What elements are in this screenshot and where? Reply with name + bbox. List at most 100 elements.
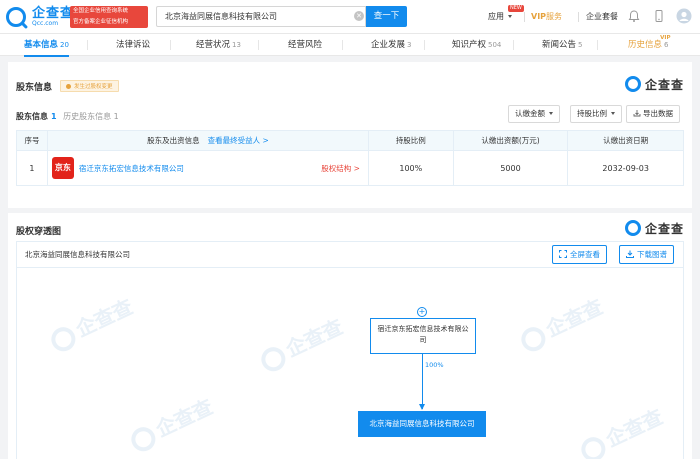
tab-count: 5 [578,41,583,49]
new-badge: NEW [508,5,524,12]
subtab-current[interactable]: 股东信息 1 [16,112,57,121]
mobile-icon[interactable] [652,9,666,23]
tab-label: 知识产权 [452,40,487,50]
row-subscribed: 5000 [454,151,569,185]
divider [170,40,171,50]
watermark: 企查查 [575,401,667,459]
company-tabs: 基本信息 20 法律诉讼 经营状况 13 经营风险 企业发展 3 知识产权 504 新闻… [0,34,700,57]
tab-basic-info[interactable]: 基本信息 20 [24,34,69,57]
tab-count: 13 [232,41,241,49]
shareholder-table: 序号 股东及出资信息 查看最终受益人 > 持股比例 认缴出资额(万元) 认缴出资日… [16,130,684,186]
tab-development[interactable]: 企业发展 3 [371,34,411,56]
section-title: 股权穿透图 [16,227,62,237]
parent-shareholder-node[interactable]: 宿迁京东拓宏信息技术有限公司 [370,318,476,354]
qcc-logo-icon [624,220,641,236]
divider [597,40,598,50]
download-icon [626,250,634,258]
subscribed-amount-filter[interactable]: 认缴金额 [508,105,560,123]
ratio-filter[interactable]: 持股比例 [570,105,622,123]
subtab-count: 1 [51,112,57,121]
bell-icon[interactable] [627,9,641,23]
brand-text: 企查查 [644,77,684,92]
watermark: 企查查 [255,311,347,375]
tab-label: 企业发展 [371,40,406,50]
fullscreen-icon [559,250,567,258]
tab-operation-risk[interactable]: 经营风险 [288,34,322,56]
col-shareholder: 股东及出资信息 查看最终受益人 > [48,131,369,150]
tab-ip[interactable]: 知识产权 504 [452,34,501,56]
logo-title: 企查查 [32,6,75,21]
chevron-down-icon [508,15,512,18]
tab-label: 经营状况 [196,40,231,50]
avatar[interactable] [676,8,692,24]
tab-label: 经营风险 [288,40,323,50]
company-logo: 京东 [51,157,74,179]
divider [578,12,579,22]
subtab-history[interactable]: 历史股东信息 1 [63,112,119,121]
cert-line-2: 官方备案企业征信机构 [73,19,129,25]
tab-label: 法律诉讼 [116,40,151,50]
row-date: 2032-09-03 [602,163,649,173]
tab-news[interactable]: 新闻公告 5 [542,34,582,56]
equity-chart-panel: 股权穿透图 企查查 北京海益同展信息科技有限公司 全屏查看 下载图谱 企查查 企… [8,213,692,459]
clear-icon[interactable]: ✕ [354,11,364,21]
table-row: 1 京东 宿迁京东拓宏信息技术有限公司 股权结构 > 100% 5000 203… [17,151,683,185]
col-subscribed: 认缴出资额(万元) [454,131,569,150]
tab-legal[interactable]: 法律诉讼 [116,34,150,56]
vip-service-label: 服务 [546,12,563,21]
table-header: 序号 股东及出资信息 查看最终受益人 > 持股比例 认缴出资额(万元) 认缴出资日… [17,131,683,151]
target-company-node[interactable]: 北京海益同展信息科技有限公司 [358,411,486,437]
col-date: 认缴出资日期 [603,136,649,145]
equity-structure-link[interactable]: 股权结构 > [321,163,360,174]
vip-badge: VIP [660,35,671,41]
export-icon [633,110,641,117]
vip-service-link[interactable]: VIP服务 [531,11,562,22]
shareholder-subtabs: 股东信息 1 历史股东信息 1 [16,111,119,122]
shareholder-name-link[interactable]: 宿迁京东拓宏信息技术有限公司 [79,163,184,174]
export-label: 导出数据 [643,109,673,118]
export-button[interactable]: 导出数据 [626,105,680,123]
brand-text: 企查查 [644,221,684,236]
tab-label: 历史信息 [628,40,663,50]
watermark: 企查查 [515,291,607,355]
beneficiary-link[interactable]: 查看最终受益人 > [208,135,269,146]
edge-percent: 100% [425,361,444,369]
cert-line-1: 全国企业信用查询系统 [73,8,129,14]
col-no: 序号 [17,131,48,150]
top-header: 企查查 Qcc.com 全国企业信用查询系统 官方备案企业征信机构 北京海益同展… [0,0,700,34]
tab-label: 新闻公告 [542,40,577,50]
tab-operation-status[interactable]: 经营状况 13 [196,34,241,56]
tab-count: 20 [60,41,69,49]
download-button[interactable]: 下载图谱 [619,245,674,264]
divider [258,40,259,50]
fullscreen-label: 全屏查看 [570,250,600,259]
fullscreen-button[interactable]: 全屏查看 [552,245,607,264]
search-button[interactable]: 查一下 [366,6,407,27]
equity-graph-canvas[interactable]: 企查查 企查查 企查查 企查查 企查查 [16,268,684,459]
chevron-down-icon [611,112,615,115]
tab-history[interactable]: 历史信息 6 VIP [628,34,671,56]
qcc-logo-icon [624,76,641,92]
divider [424,40,425,50]
watermark: 企查查 [45,291,137,355]
subtab-label: 股东信息 [16,112,48,121]
search-input[interactable]: 北京海益同展信息科技有限公司 [156,6,366,27]
row-shareholder: 京东 宿迁京东拓宏信息技术有限公司 股权结构 > [48,151,369,185]
filter-label: 持股比例 [577,109,607,118]
col-ratio: 持股比例 [369,131,454,150]
edge-line [422,354,423,409]
package-link[interactable]: 企业套餐 [586,11,618,22]
certification-badge: 全国企业信用查询系统 官方备案企业征信机构 [70,6,148,28]
logo-icon [6,7,26,27]
divider [342,40,343,50]
filter-label: 认缴金额 [515,109,545,118]
logo[interactable]: 企查查 Qcc.com [6,7,74,27]
divider [87,40,88,50]
expand-node-icon[interactable]: + [417,307,427,317]
brand-logo: 企查查 [624,75,684,93]
apps-label: 应用 [488,12,504,21]
row-ratio: 100% [369,151,454,185]
logo-domain: Qcc.com [32,20,59,27]
apps-menu[interactable]: 应用 NEW [488,5,524,22]
col-shareholder-label: 股东及出资信息 [147,136,200,145]
